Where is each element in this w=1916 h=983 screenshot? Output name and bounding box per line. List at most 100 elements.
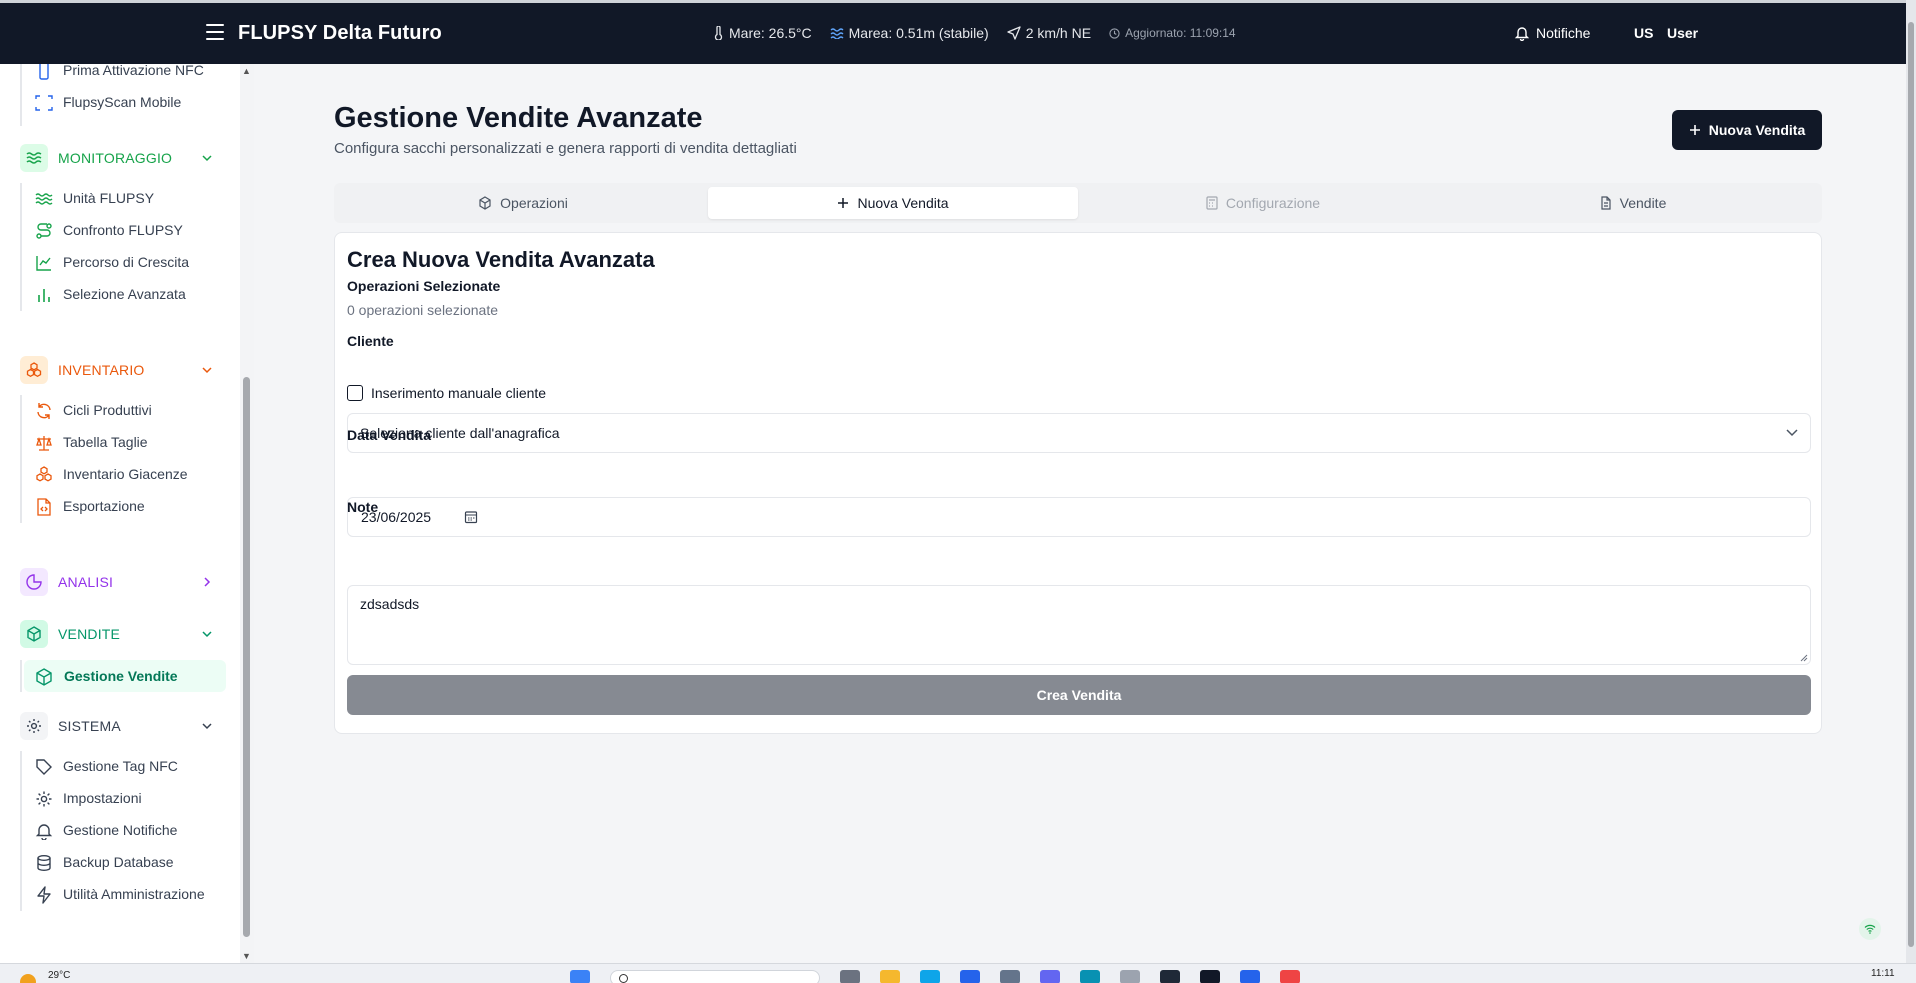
wind: 2 km/h NE [1007, 25, 1091, 41]
sidebar-item-gestione-tag-nfc[interactable]: Gestione Tag NFC [20, 750, 226, 782]
menu-toggle-icon[interactable] [206, 24, 224, 40]
app-icon[interactable] [1200, 970, 1220, 983]
section-monitoraggio[interactable]: MONITORAGGIO [18, 142, 226, 174]
app-icon[interactable] [1120, 970, 1140, 983]
search-icon [619, 974, 628, 983]
resize-handle-icon[interactable] [1800, 654, 1808, 662]
sidebar-item-impostazioni[interactable]: Impostazioni [20, 782, 226, 814]
sidebar-item-inventario-giacenze[interactable]: Inventario Giacenze [20, 458, 226, 490]
edge-browser-icon[interactable] [920, 970, 940, 983]
scan-icon [35, 95, 53, 111]
tide-text: Marea: 0.51m (stabile) [848, 25, 989, 41]
create-sale-button[interactable]: Crea Vendita [347, 675, 1811, 715]
sidebar-item-label: Confronto FLUPSY [63, 222, 183, 238]
manual-client-toggle[interactable]: Inserimento manuale cliente [347, 385, 546, 401]
page-scrollbar[interactable] [1906, 0, 1916, 963]
sidebar-item-label: Gestione Vendite [64, 668, 178, 684]
sidebar-item-cicli-produttivi[interactable]: Cicli Produttivi [20, 394, 226, 426]
selected-operations-label: Operazioni Selezionate [347, 278, 501, 294]
sidebar-item-selezione-avanzata[interactable]: Selezione Avanzata [20, 278, 226, 310]
sidebar-item-flupsyscan-mobile[interactable]: FlupsyScan Mobile [20, 86, 226, 118]
sidebar-item-unita-flupsy[interactable]: Unità FLUPSY [20, 182, 226, 214]
scroll-up-icon[interactable]: ▲ [242, 66, 251, 76]
taskbar-clock[interactable]: 11:11 [1871, 968, 1895, 979]
page-scrollbar-thumb[interactable] [1908, 22, 1914, 947]
notes-textarea[interactable]: zdsadsds [347, 585, 1811, 665]
new-sale-button[interactable]: Nuova Vendita [1672, 110, 1822, 150]
calculator-icon [1206, 196, 1218, 210]
sidebar-item-label: Inventario Giacenze [63, 466, 188, 482]
new-sale-label: Nuova Vendita [1708, 122, 1806, 138]
file-explorer-icon[interactable] [880, 970, 900, 983]
bell-icon [1514, 27, 1530, 41]
tide: Marea: 0.51m (stabile) [830, 25, 989, 41]
app-title[interactable]: FLUPSY Delta Futuro [238, 22, 442, 45]
chevron-down-icon [202, 723, 212, 730]
sidebar-item-tabella-taglie[interactable]: Tabella Taglie [20, 426, 226, 458]
calculator-app-icon[interactable] [1000, 970, 1020, 983]
sidebar-item-label: Utilità Amministrazione [63, 886, 205, 902]
section-label: INVENTARIO [58, 362, 145, 378]
page-title: Gestione Vendite Avanzate [334, 102, 703, 134]
taskbar-apps [570, 970, 1300, 983]
tab-bar: Operazioni Nuova Vendita Configurazione … [334, 183, 1822, 223]
section-inventario[interactable]: INVENTARIO [18, 354, 226, 386]
bar-chart-icon [38, 289, 50, 302]
sidebar-item-confronto-flupsy[interactable]: Confronto FLUPSY [20, 214, 226, 246]
windows-start-icon[interactable] [570, 970, 590, 983]
section-analisi[interactable]: ANALISI [18, 566, 226, 598]
sidebar-item-label: Selezione Avanzata [63, 286, 186, 302]
taskbar-search-box[interactable] [610, 970, 820, 983]
sidebar-item-gestione-vendite[interactable]: Gestione Vendite [24, 660, 226, 692]
sidebar-item-esportazione[interactable]: Esportazione [20, 490, 226, 522]
sea-temp: Mare: 26.5°C [712, 25, 812, 41]
sidebar-item-prima-attivazione-nfc[interactable]: Prima Attivazione NFC [20, 64, 226, 86]
app-icon[interactable] [1080, 970, 1100, 983]
sale-date-input[interactable]: 23/06/2025 [347, 497, 1811, 537]
sidebar-item-utilita-amministrazione[interactable]: Utilità Amministrazione [20, 878, 226, 910]
os-taskbar: 29°C 11:11 [0, 963, 1916, 983]
connection-status-badge[interactable] [1859, 918, 1881, 940]
clock-icon [1109, 27, 1120, 39]
store-icon[interactable] [960, 970, 980, 983]
sidebar-scrollbar[interactable]: ▲ ▼ [240, 64, 254, 963]
sale-date-label: Data Vendita [347, 427, 432, 443]
chevron-down-icon [1786, 429, 1798, 437]
sidebar-item-percorso-di-crescita[interactable]: Percorso di Crescita [20, 246, 226, 278]
calendar-icon[interactable] [464, 510, 478, 524]
sidebar-item-label: Gestione Tag NFC [63, 758, 178, 774]
section-sistema[interactable]: SISTEMA [18, 710, 226, 742]
tab-operazioni[interactable]: Operazioni [338, 187, 708, 219]
user-initials[interactable]: US [1634, 25, 1653, 41]
file-code-icon [37, 498, 51, 516]
smartphone-icon [39, 64, 49, 80]
line-chart-icon [36, 256, 51, 271]
user-name[interactable]: User [1667, 25, 1698, 41]
task-view-icon[interactable] [840, 970, 860, 983]
updated-time: Aggiornato: 11:09:14 [1109, 26, 1236, 40]
weather-sun-icon[interactable] [20, 974, 36, 983]
sidebar-item-label: Impostazioni [63, 790, 142, 806]
tab-configurazione[interactable]: Configurazione [1078, 187, 1448, 219]
sidebar-item-label: Cicli Produttivi [63, 402, 152, 418]
chevron-down-icon [202, 631, 212, 638]
sidebar-item-backup-database[interactable]: Backup Database [20, 846, 226, 878]
section-label: MONITORAGGIO [58, 150, 173, 166]
sidebar-item-label: Tabella Taglie [63, 434, 148, 450]
client-select[interactable]: Seleziona cliente dall'anagrafica [347, 413, 1811, 453]
tab-vendite[interactable]: Vendite [1448, 187, 1818, 219]
app-icon[interactable] [1240, 970, 1260, 983]
manual-client-checkbox[interactable] [347, 385, 363, 401]
teams-icon[interactable] [1040, 970, 1060, 983]
section-vendite[interactable]: VENDITE [18, 618, 226, 650]
app-icon[interactable] [1280, 970, 1300, 983]
scrollbar-thumb[interactable] [243, 377, 250, 937]
sidebar-item-label: Percorso di Crescita [63, 254, 190, 270]
terminal-icon[interactable] [1160, 970, 1180, 983]
sidebar-item-gestione-notifiche[interactable]: Gestione Notifiche [20, 814, 226, 846]
tab-label: Nuova Vendita [857, 195, 949, 211]
scroll-down-icon[interactable]: ▼ [242, 951, 251, 961]
tab-nuova-vendita[interactable]: Nuova Vendita [708, 187, 1078, 219]
page-subtitle: Configura sacchi personalizzati e genera… [334, 140, 797, 157]
notifications-button[interactable]: Notifiche [1514, 25, 1590, 41]
